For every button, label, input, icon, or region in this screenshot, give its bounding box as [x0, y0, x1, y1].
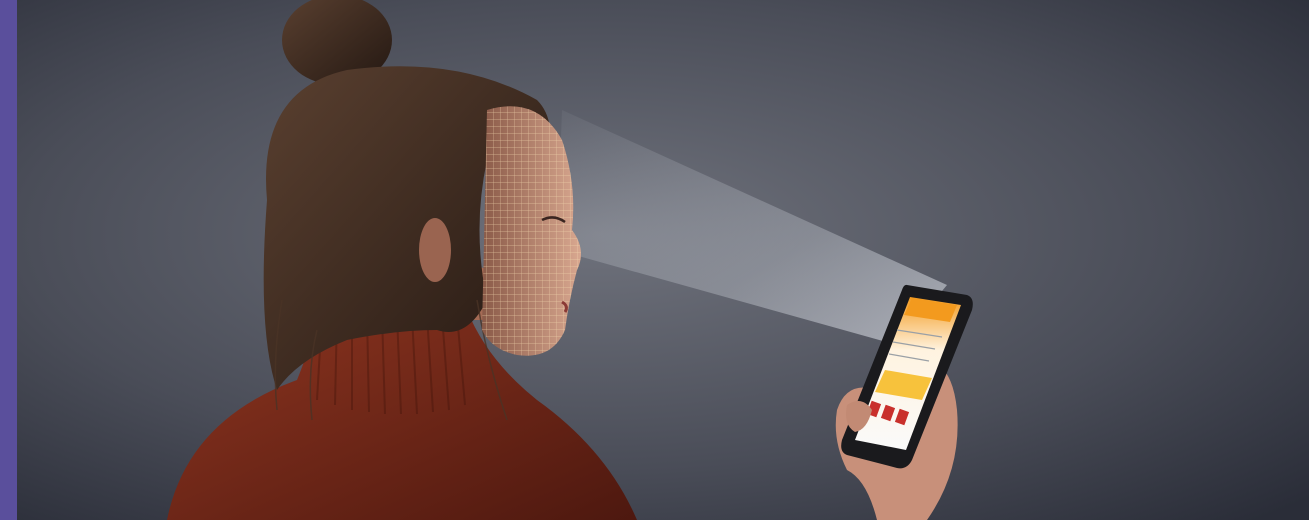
hero-image-frame	[0, 0, 1309, 520]
ear	[419, 218, 451, 282]
accent-bar	[0, 0, 17, 520]
hero-photo	[17, 0, 1309, 520]
